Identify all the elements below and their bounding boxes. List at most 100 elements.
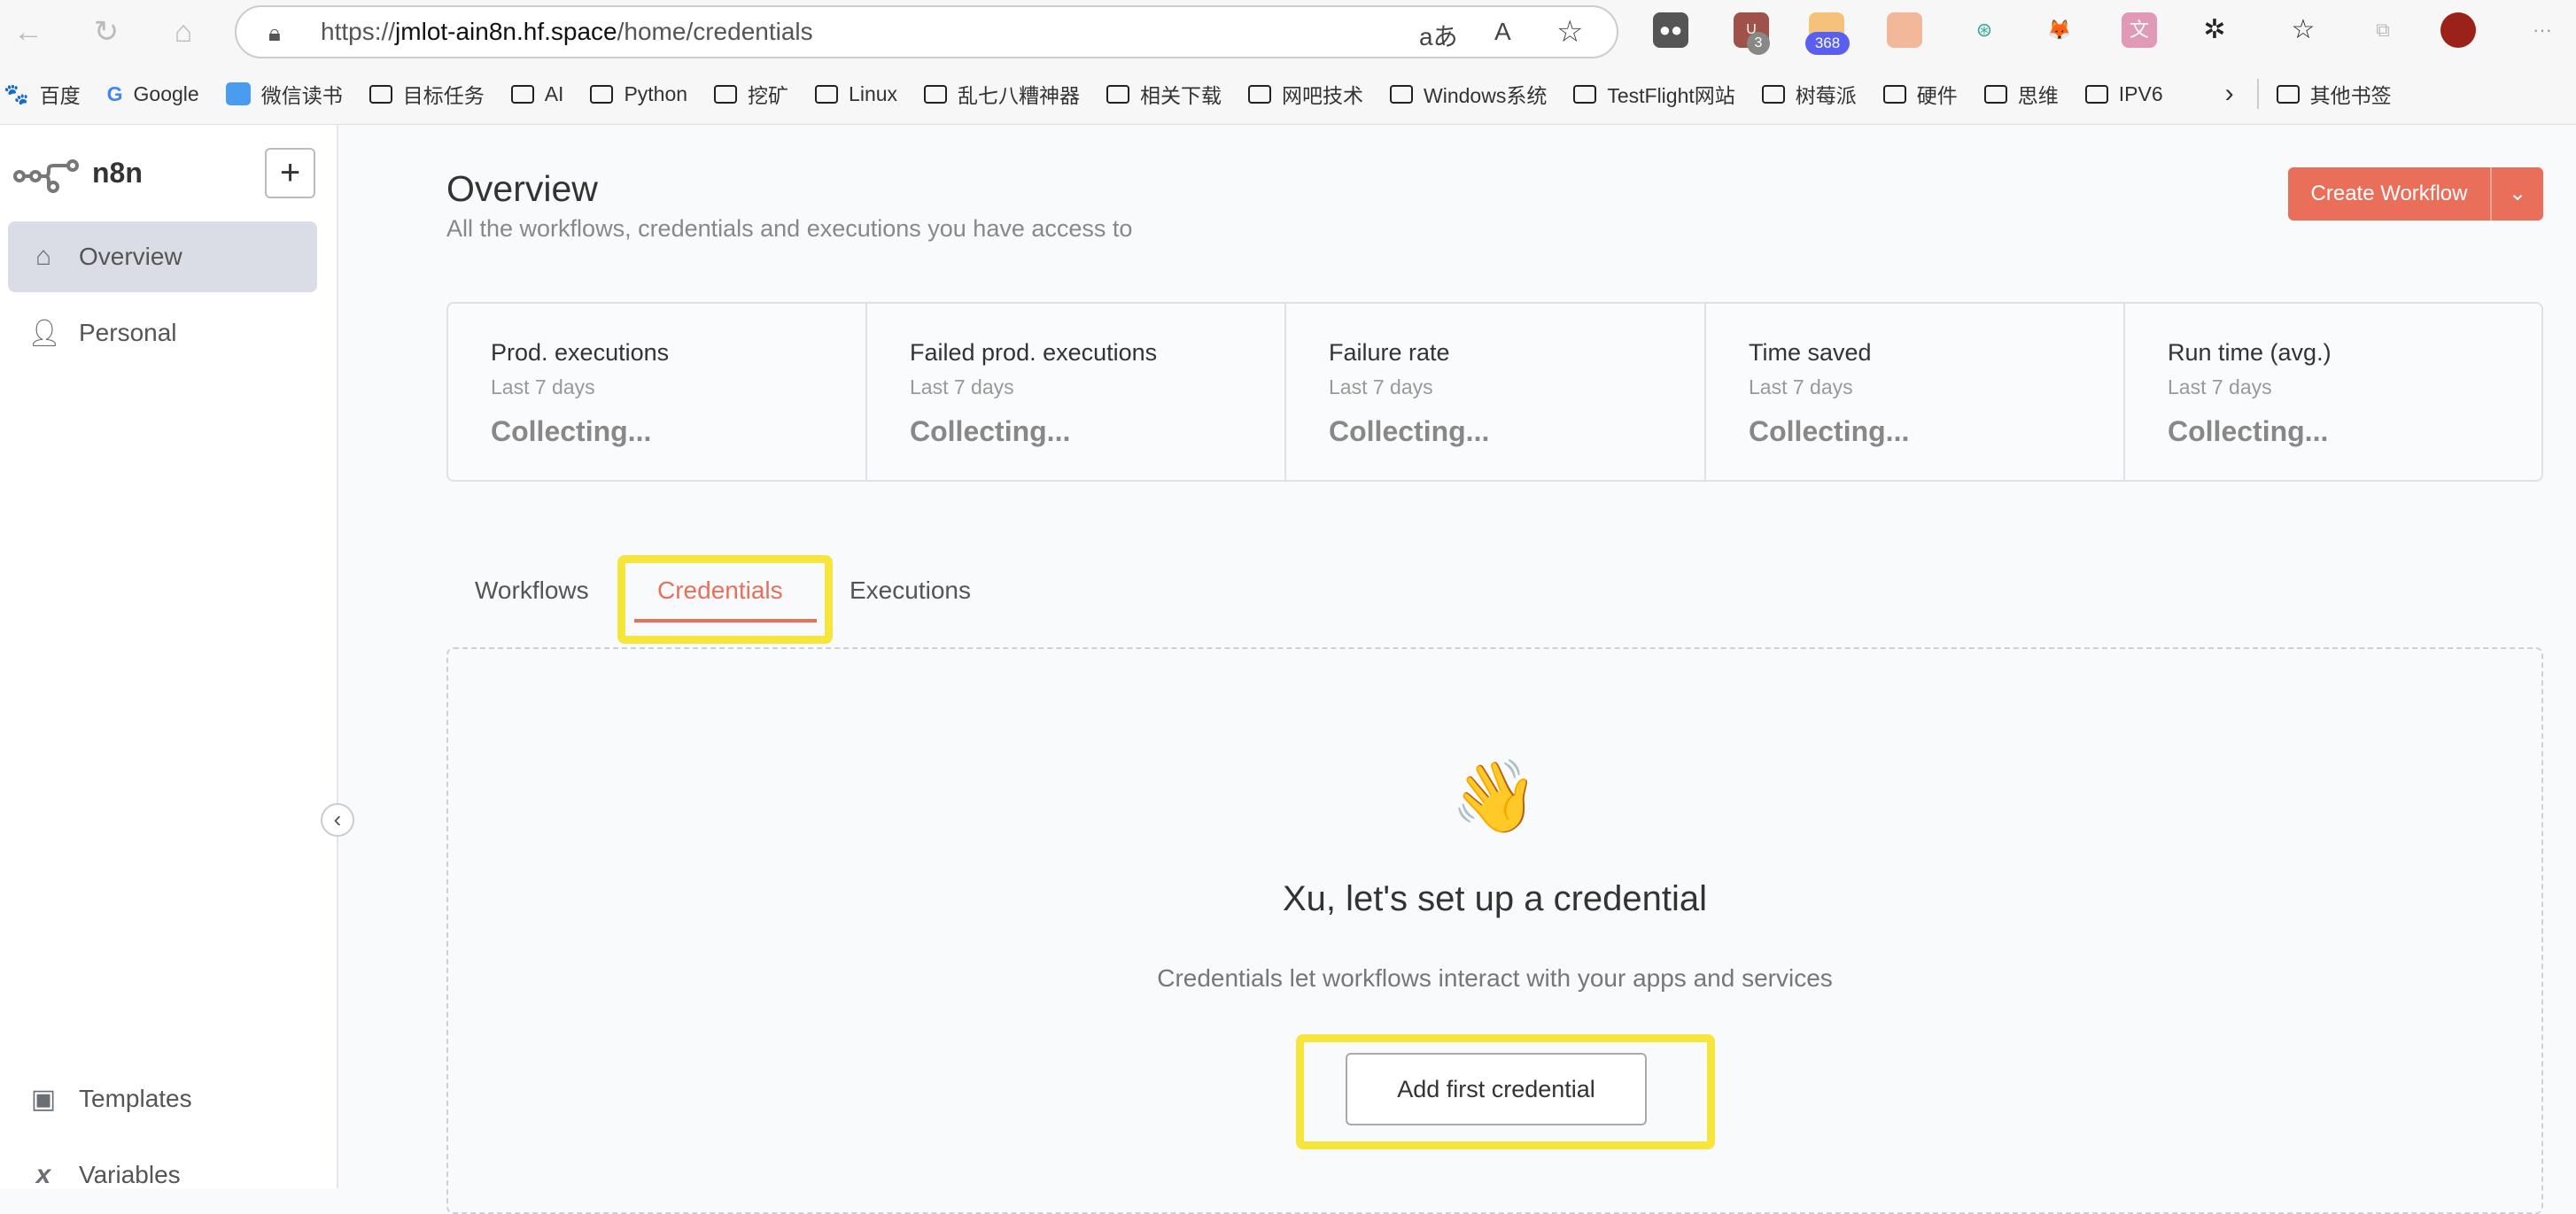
folder-icon xyxy=(510,84,534,104)
bookmark-label: 思维 xyxy=(2017,84,2059,107)
bookmark-label: 乱七八糟神器 xyxy=(958,84,1081,107)
bookmark[interactable]: Windows系统 xyxy=(1390,79,1547,109)
bookmarks-bar: 🐾 百度 G Google 微信读书 目标任务 AI Python 挖矿 Linux… xyxy=(0,74,2418,113)
url-text: https://jmlot-ain8n.hf.space/home/creden… xyxy=(321,18,813,45)
browser-chrome: ← ↻ ⌂ 🔒︎ https://jmlot-ain8n.hf.space/ho… xyxy=(0,0,2576,125)
stat-failure-rate[interactable]: Failure rate Last 7 days Collecting... xyxy=(1286,304,1706,481)
extension-icon[interactable]: ⊛ xyxy=(1967,12,2002,48)
bookmark-label: IPV6 xyxy=(2118,81,2163,105)
stat-time-saved[interactable]: Time saved Last 7 days Collecting... xyxy=(1706,304,2125,481)
metamask-icon[interactable]: 🦊 xyxy=(2042,12,2077,48)
favorites-icon[interactable]: ☆ xyxy=(2285,12,2321,48)
bookmark-label: 挖矿 xyxy=(748,84,789,107)
chevron-down-icon[interactable]: ⌄ xyxy=(2492,167,2543,220)
folder-icon xyxy=(924,84,948,104)
folder-icon xyxy=(1761,84,1785,104)
avatar[interactable] xyxy=(2440,12,2476,48)
user-icon: 👤︎ xyxy=(27,318,62,348)
stat-period: Last 7 days xyxy=(491,375,595,398)
sidebar-item-label: Personal xyxy=(79,319,177,346)
bookmark[interactable]: 网吧技术 xyxy=(1248,79,1363,109)
puzzle-icon[interactable]: ✲ xyxy=(2197,12,2232,48)
bookmark[interactable]: TestFlight网站 xyxy=(1573,79,1735,109)
home-icon[interactable]: ⌂ xyxy=(164,12,203,51)
stat-value: Collecting... xyxy=(1329,415,1490,447)
sidebar: n8n + ⌂ Overview 👤︎ Personal ▣ Templates x V… xyxy=(0,125,354,1189)
extension-icon[interactable] xyxy=(1887,12,1922,48)
bookmark[interactable]: 乱七八糟神器 xyxy=(924,79,1080,109)
folder-icon xyxy=(1248,84,1272,104)
bookmark[interactable]: Linux xyxy=(815,82,897,106)
folder-icon xyxy=(2276,84,2300,104)
baidu-icon: 🐾 xyxy=(4,81,29,105)
bookmark[interactable]: 🐾 百度 xyxy=(4,79,81,109)
stat-title: Failure rate xyxy=(1329,339,1450,366)
bookmark[interactable]: 目标任务 xyxy=(369,79,485,109)
extension-icon[interactable]: 文 xyxy=(2122,12,2157,48)
tab-executions[interactable]: Executions xyxy=(850,576,971,605)
home-icon: ⌂ xyxy=(35,242,52,271)
bookmark-label: 树莓派 xyxy=(1795,84,1857,107)
collapse-sidebar-button[interactable]: ‹ xyxy=(321,803,354,837)
chevron-right-icon[interactable]: › xyxy=(2225,79,2234,109)
favorite-star-icon[interactable]: ☆ xyxy=(1556,14,1583,50)
stat-value: Collecting... xyxy=(2168,415,2329,447)
highlight-box xyxy=(1296,1034,1715,1149)
more-icon[interactable]: ··· xyxy=(2525,12,2560,48)
bookmark[interactable]: IPV6 xyxy=(2084,81,2163,106)
folder-icon xyxy=(369,84,392,104)
stat-title: Run time (avg.) xyxy=(2168,339,2332,366)
sidebar-item-label: Overview xyxy=(79,243,182,270)
bookmark[interactable]: G Google xyxy=(107,82,199,106)
bookmark[interactable]: Python xyxy=(590,82,687,106)
bookmark[interactable]: 挖矿 xyxy=(714,79,788,109)
folder-icon xyxy=(1106,84,1130,104)
sidebar-item-label: Variables xyxy=(79,1161,181,1188)
bookmark-label: 网吧技术 xyxy=(1282,84,1364,107)
other-bookmarks[interactable]: 其他书签 xyxy=(2276,79,2392,109)
bookmark-label: Windows系统 xyxy=(1424,84,1548,107)
tab-workflows[interactable]: Workflows xyxy=(475,576,589,605)
stat-period: Last 7 days xyxy=(1749,375,1853,398)
bookmark-label: 相关下载 xyxy=(1140,84,1222,107)
sidebar-item-templates[interactable]: ▣ Templates xyxy=(8,1063,317,1134)
sidebar-item-personal[interactable]: 👤︎ Personal xyxy=(8,298,317,368)
divider xyxy=(2256,79,2259,109)
bookmark[interactable]: 硬件 xyxy=(1882,79,1958,109)
bookmark[interactable]: 相关下载 xyxy=(1106,79,1222,109)
folder-icon xyxy=(815,84,839,104)
stat-period: Last 7 days xyxy=(1329,375,1433,398)
stat-title: Failed prod. executions xyxy=(910,339,1158,366)
folder-icon xyxy=(1882,84,1906,104)
read-aloud-icon[interactable]: A xyxy=(1494,18,1511,46)
stat-prod-executions[interactable]: Prod. executions Last 7 days Collecting... xyxy=(448,304,867,481)
translate-icon[interactable]: aあ xyxy=(1419,18,1458,53)
stat-failed-executions[interactable]: Failed prod. executions Last 7 days Collec… xyxy=(867,304,1286,481)
bookmark[interactable]: 树莓派 xyxy=(1761,79,1857,109)
stat-title: Prod. executions xyxy=(491,339,670,366)
create-workflow-button[interactable]: Create Workflow xyxy=(2288,167,2492,220)
bookmark-label: 百度 xyxy=(39,84,81,107)
ext-badge: 368 xyxy=(1805,32,1850,55)
bookmark-label: Python xyxy=(624,81,688,105)
extension-icon[interactable]: ●● xyxy=(1653,12,1688,48)
folder-icon xyxy=(714,84,738,104)
stat-run-time[interactable]: Run time (avg.) Last 7 days Collecting... xyxy=(2125,304,2541,481)
back-icon[interactable]: ← xyxy=(9,12,48,51)
screenshot-icon[interactable]: ⧉ xyxy=(2365,12,2401,48)
empty-state-heading: Xu, let's set up a credential xyxy=(1282,879,1708,918)
add-button[interactable]: + xyxy=(265,148,315,198)
address-bar[interactable]: 🔒︎ https://jmlot-ain8n.hf.space/home/cre… xyxy=(235,5,1618,58)
stats-panel: Prod. executions Last 7 days Collecting...… xyxy=(446,302,2543,482)
sidebar-item-variables[interactable]: x Variables xyxy=(8,1140,317,1210)
create-workflow-split-button: Create Workflow ⌄ xyxy=(2288,167,2543,220)
reload-icon[interactable]: ↻ xyxy=(87,12,126,51)
empty-state-description: Credentials let workflows interact with … xyxy=(1157,964,1833,992)
ext-badge: 3 xyxy=(1747,32,1770,55)
bookmark[interactable]: 微信读书 xyxy=(225,79,343,109)
bookmark[interactable]: 思维 xyxy=(1983,79,2059,109)
bookmark-label: 目标任务 xyxy=(402,84,485,107)
sidebar-item-overview[interactable]: ⌂ Overview xyxy=(8,221,317,292)
bookmark[interactable]: AI xyxy=(510,82,563,106)
n8n-logo-icon xyxy=(12,157,83,193)
